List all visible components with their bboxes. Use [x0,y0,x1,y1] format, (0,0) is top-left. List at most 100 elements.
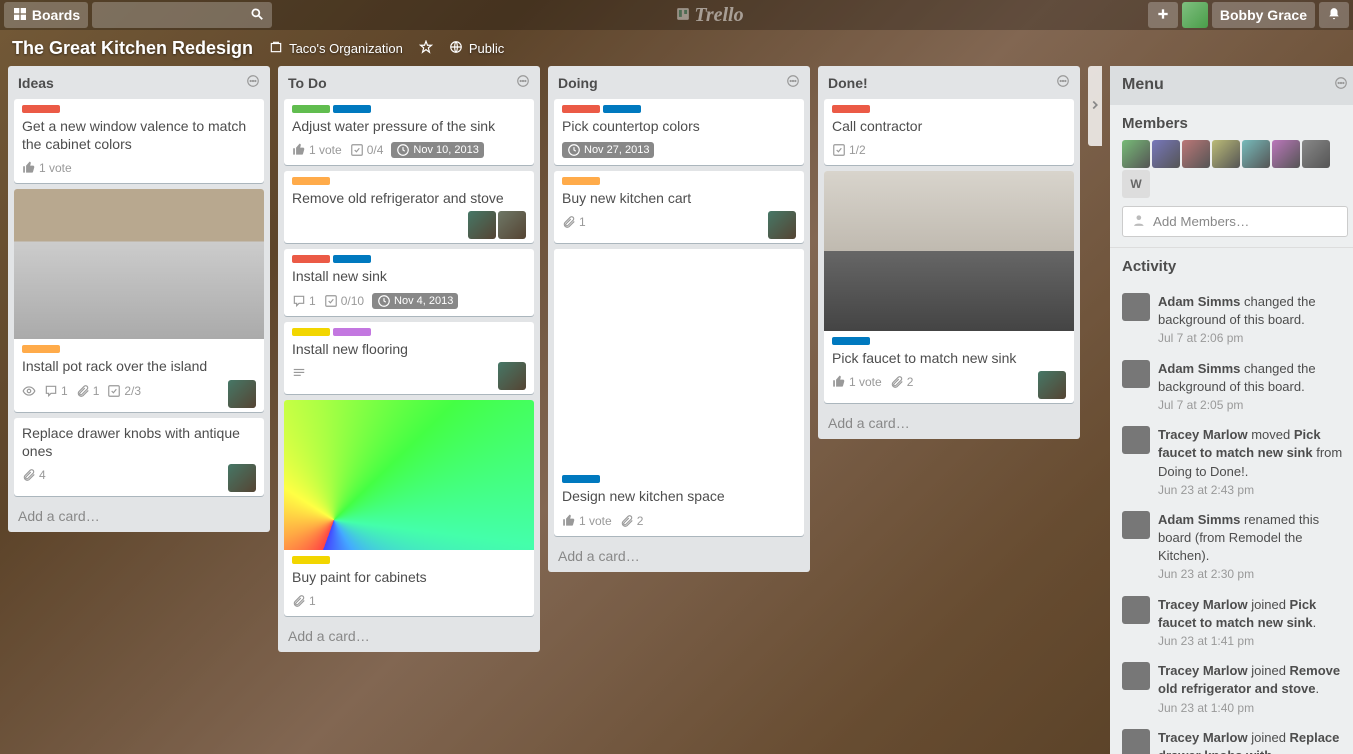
member-avatar[interactable] [1212,140,1240,168]
list-title[interactable]: Doing [558,75,598,91]
attachments-badge: 1 [76,384,100,398]
activity-item: Tracey Marlow joined Pick faucet to matc… [1110,590,1353,657]
activity-avatar[interactable] [1122,596,1150,624]
card-labels [562,177,796,185]
member-avatar[interactable] [228,464,256,492]
activity-actor[interactable]: Tracey Marlow [1158,730,1248,745]
member-avatar[interactable] [498,362,526,390]
list-title[interactable]: Ideas [18,75,54,91]
activity-avatar[interactable] [1122,662,1150,690]
card-cover-image [14,189,264,339]
member-avatar[interactable] [228,380,256,408]
checklist-badge: 1/2 [832,143,866,157]
activity-time: Jul 7 at 2:05 pm [1158,398,1243,412]
list: Doing Pick countertop colors Nov 27, 201… [548,66,810,572]
create-button[interactable] [1148,2,1178,28]
notifications-button[interactable] [1319,2,1349,28]
app-logo[interactable]: Trello [276,4,1144,27]
card[interactable]: Install pot rack over the island 1 1 2/3 [14,189,264,411]
visibility-button[interactable]: Public [449,40,504,57]
card-labels [562,105,796,113]
activity-actor[interactable]: Adam Simms [1158,361,1240,376]
member-avatar[interactable] [468,211,496,239]
card[interactable]: Replace drawer knobs with antique ones 4 [14,418,264,496]
card-title: Install pot rack over the island [22,357,256,375]
due-badge: Nov 10, 2013 [391,142,483,158]
add-card-button[interactable]: Add a card… [8,500,270,532]
card[interactable]: Pick faucet to match new sink 1 vote 2 [824,171,1074,403]
activity-item: Tracey Marlow joined Remove old refriger… [1110,656,1353,723]
activity-avatar[interactable] [1122,729,1150,754]
activity-actor[interactable]: Tracey Marlow [1158,427,1248,442]
member-avatar[interactable] [1182,140,1210,168]
card-title: Adjust water pressure of the sink [292,117,526,135]
list-menu-icon[interactable] [516,74,530,91]
list-menu-icon[interactable] [246,74,260,91]
member-avatar[interactable] [1302,140,1330,168]
card-labels [292,328,526,336]
activity-actor[interactable]: Adam Simms [1158,294,1240,309]
add-members-button[interactable]: Add Members… [1122,206,1348,237]
add-card-button[interactable]: Add a card… [278,620,540,652]
card[interactable]: Pick countertop colors Nov 27, 2013 [554,99,804,165]
list-menu-icon[interactable] [1056,74,1070,91]
label-orange [22,345,60,353]
activity-avatar[interactable] [1122,360,1150,388]
user-avatar[interactable] [1182,2,1208,28]
member-avatar[interactable] [1122,140,1150,168]
activity-text: Adam Simms renamed this board (from Remo… [1158,511,1348,584]
card[interactable]: Design new kitchen space 1 vote 2 [554,249,804,535]
member-avatar[interactable] [768,211,796,239]
menu-toggle[interactable] [1088,66,1102,146]
app-name: Trello [694,4,743,27]
checklist-badge: 0/4 [350,143,384,157]
user-menu[interactable]: Bobby Grace [1212,2,1315,28]
member-avatar[interactable] [1242,140,1270,168]
card[interactable]: Adjust water pressure of the sink 1 vote… [284,99,534,165]
card-title: Get a new window valence to match the ca… [22,117,256,153]
member-avatar[interactable] [1038,371,1066,399]
card[interactable]: Remove old refrigerator and stove [284,171,534,243]
list-menu-icon[interactable] [786,74,800,91]
activity-text: Adam Simms changed the background of thi… [1158,293,1348,348]
board-org[interactable]: Taco's Organization [269,40,403,57]
activity-avatar[interactable] [1122,426,1150,454]
card-labels [832,105,1066,113]
menu-more-icon[interactable] [1334,76,1348,95]
due-badge: Nov 4, 2013 [372,293,458,309]
card[interactable]: Call contractor 1/2 [824,99,1074,165]
activity-avatar[interactable] [1122,293,1150,321]
list-title[interactable]: To Do [288,75,327,91]
label-blue [603,105,641,113]
card[interactable]: Buy paint for cabinets 1 [284,400,534,616]
add-card-button[interactable]: Add a card… [818,407,1080,439]
card[interactable]: Get a new window valence to match the ca… [14,99,264,183]
add-members-label: Add Members… [1153,214,1249,229]
list-title[interactable]: Done! [828,75,868,91]
list-header: To Do [278,66,540,95]
card-cover-image [824,171,1074,331]
label-purple [333,328,371,336]
card[interactable]: Install new flooring [284,322,534,394]
member-avatar[interactable] [1152,140,1180,168]
search-input[interactable] [92,2,272,28]
member-avatar[interactable] [1272,140,1300,168]
menu-header: Menu [1110,66,1353,105]
card[interactable]: Install new sink 1 0/10 Nov 4, 2013 [284,249,534,315]
activity-actor[interactable]: Adam Simms [1158,512,1240,527]
label-blue [832,337,870,345]
boards-button[interactable]: Boards [4,2,88,28]
board-title[interactable]: The Great Kitchen Redesign [12,38,253,59]
activity-actor[interactable]: Tracey Marlow [1158,597,1248,612]
add-card-button[interactable]: Add a card… [548,540,810,572]
star-icon [419,40,433,57]
star-button[interactable] [419,40,433,57]
activity-avatar[interactable] [1122,511,1150,539]
member-avatar[interactable] [498,211,526,239]
card-title: Call contractor [832,117,1066,135]
list: To Do Adjust water pressure of the sink … [278,66,540,652]
card[interactable]: Buy new kitchen cart 1 [554,171,804,243]
card-title: Install new flooring [292,340,526,358]
activity-actor[interactable]: Tracey Marlow [1158,663,1248,678]
member-avatar-initial[interactable]: W [1122,170,1150,198]
